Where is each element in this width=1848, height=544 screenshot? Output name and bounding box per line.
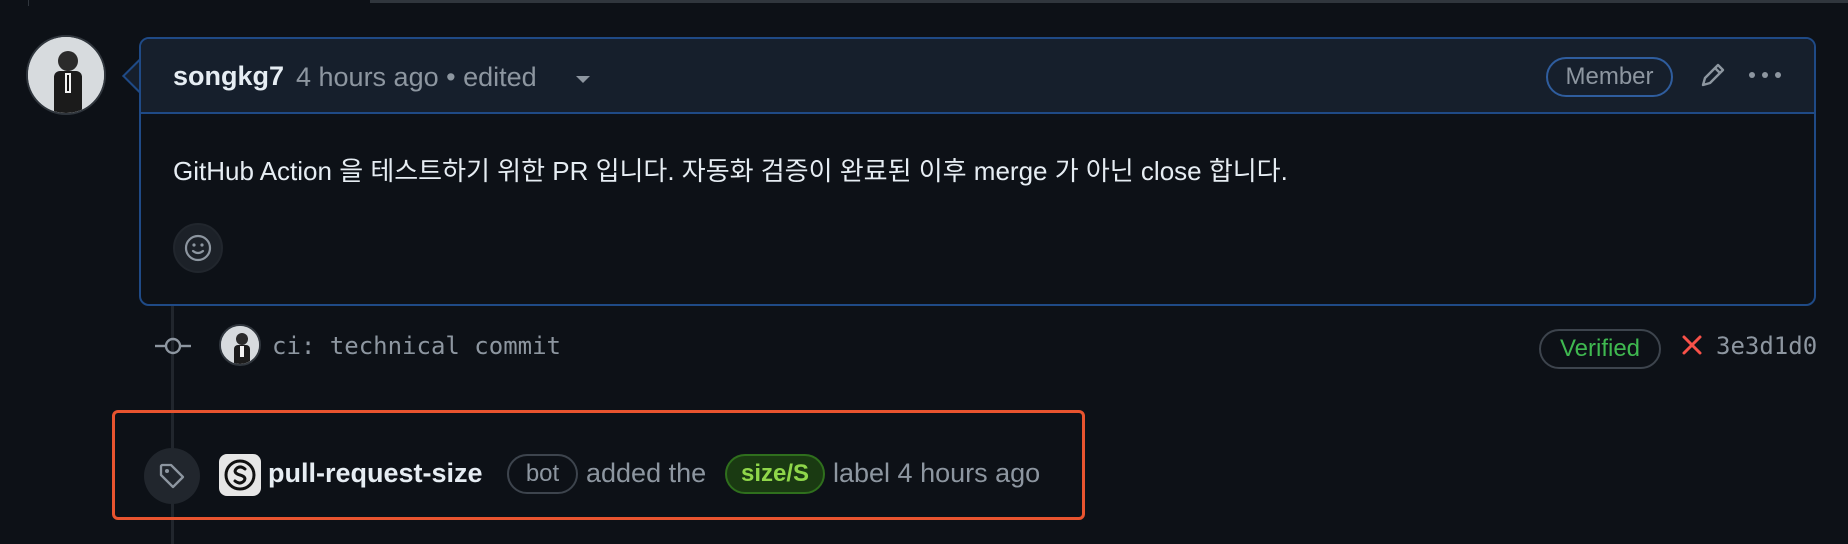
bot-badge: bot <box>507 454 578 494</box>
comment-meta[interactable]: 4 hours ago • edited <box>296 62 537 93</box>
timeline-top-tick <box>28 0 29 6</box>
author-avatar-image <box>28 37 104 113</box>
smiley-icon <box>184 234 212 262</box>
bot-logo-icon <box>224 459 256 491</box>
chevron-down-icon[interactable] <box>576 76 590 83</box>
edit-pencil-icon[interactable] <box>1697 59 1729 91</box>
kebab-menu-icon[interactable] <box>1745 64 1785 86</box>
top-divider <box>370 0 1848 3</box>
member-badge: Member <box>1546 57 1673 97</box>
tag-icon <box>159 463 185 489</box>
commit-message-link[interactable]: ci: technical commit <box>272 332 561 360</box>
add-reaction-button[interactable] <box>173 223 223 273</box>
comment-card: songkg7 4 hours ago • edited Member GitH… <box>139 37 1816 306</box>
commit-row: ci: technical commit Verified 3e3d1d0 <box>0 320 1848 372</box>
event-suffix-text: label 4 hours ago <box>833 458 1041 488</box>
event-action-text: added the <box>586 458 707 488</box>
comment-header: songkg7 4 hours ago • edited Member <box>141 39 1814 114</box>
size-label-chip[interactable]: size/S <box>725 454 825 494</box>
verified-badge[interactable]: Verified <box>1539 329 1661 369</box>
commit-node-icon <box>153 334 193 358</box>
author-avatar[interactable] <box>26 35 106 115</box>
commit-sha-link[interactable]: 3e3d1d0 <box>1716 332 1817 360</box>
commit-author-avatar[interactable] <box>219 324 261 366</box>
x-fail-icon[interactable] <box>1680 333 1704 357</box>
tag-icon-badge <box>144 448 200 504</box>
bot-name-link[interactable]: pull-request-size <box>268 458 483 489</box>
comment-body: GitHub Action 을 테스트하기 위한 PR 입니다. 자동화 검증이… <box>173 156 1288 186</box>
comment-author[interactable]: songkg7 <box>173 61 284 92</box>
bot-avatar[interactable] <box>219 454 261 496</box>
